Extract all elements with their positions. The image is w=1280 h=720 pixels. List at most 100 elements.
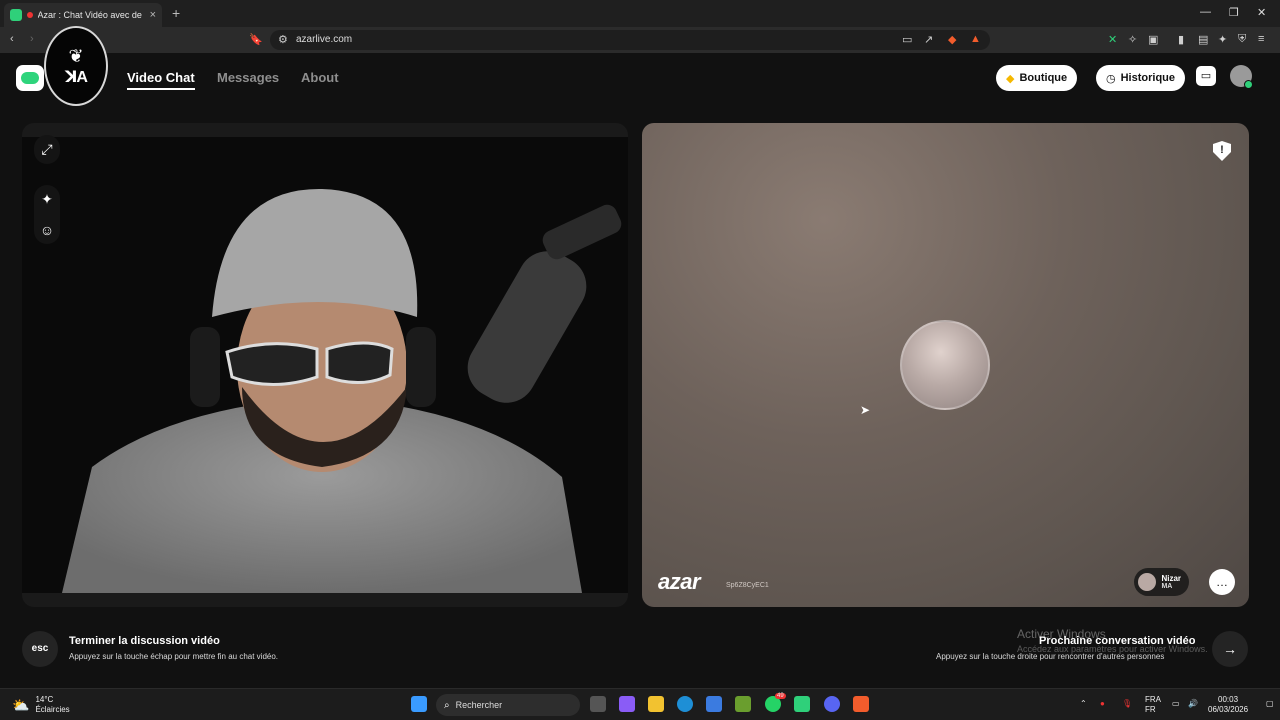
fullscreen-toolbar: ⤢: [34, 135, 60, 164]
app-header: Video Chat Messages About ◆ Boutique ◷ H…: [0, 53, 1280, 103]
search-icon: ⌕: [444, 699, 450, 711]
history-label: Historique: [1120, 72, 1176, 84]
magic-wand-icon[interactable]: ✦: [41, 191, 53, 208]
shop-button[interactable]: ◆ Boutique: [996, 65, 1078, 91]
network-icon[interactable]: ▭: [1172, 699, 1180, 708]
history-button[interactable]: ◷ Historique: [1096, 65, 1186, 91]
weather-widget[interactable]: ⛅ 14°C Éclaircies: [12, 695, 70, 715]
self-camera-image: [22, 137, 628, 593]
clock-icon: ◷: [1106, 72, 1116, 85]
discord-icon[interactable]: [824, 696, 840, 712]
azar-app-icon[interactable]: [794, 696, 810, 712]
file-explorer-icon[interactable]: [648, 696, 664, 712]
back-icon[interactable]: ‹: [10, 33, 14, 45]
online-status-icon: [1244, 80, 1253, 89]
partner-name: Nizar: [1161, 574, 1181, 583]
tray-app-icon[interactable]: ●: [1100, 699, 1105, 708]
search-placeholder: Rechercher: [455, 700, 503, 710]
brave-icon[interactable]: [853, 696, 869, 712]
taskbar-search[interactable]: ⌕ Rechercher: [436, 694, 580, 716]
nav-messages[interactable]: Messages: [217, 70, 279, 85]
channel-monogram-icon: ꓘA: [65, 68, 88, 86]
start-icon[interactable]: [411, 696, 427, 712]
weather-condition: Éclaircies: [35, 705, 70, 714]
address-toolbar: ‹ › 🔖 ⚙ azarlive.com ▭ ↗ ◆ ▲ ✕ ✧ ▣ ▮ ▤ ✦…: [0, 27, 1280, 53]
azar-logo-icon[interactable]: [16, 65, 44, 91]
clock-date: 06/03/2026: [1208, 705, 1249, 714]
brave-shields-icon[interactable]: ◆: [948, 33, 956, 46]
tab-close-icon[interactable]: ×: [150, 9, 156, 21]
recording-indicator-icon: [26, 12, 33, 18]
url-text: azarlive.com: [296, 34, 353, 45]
extension-icon[interactable]: ✕: [1108, 33, 1117, 46]
leo-ai-icon[interactable]: ✦: [1218, 33, 1227, 46]
tab-search-icon[interactable]: ▣: [1148, 33, 1158, 46]
session-id: Sp6Z8CyEC1: [726, 582, 769, 589]
site-info-icon[interactable]: ⚙: [278, 33, 288, 46]
microphone-in-use-icon[interactable]: 🎙: [1122, 699, 1132, 708]
end-chat-button[interactable]: esc: [22, 631, 58, 667]
cast-icon[interactable]: ▭: [902, 33, 912, 46]
next-chat-hint: Appuyez sur la touche droite pour rencon…: [936, 652, 1165, 661]
app-icon[interactable]: [735, 696, 751, 712]
next-chat-title: Prochaine conversation vidéo: [1039, 635, 1196, 647]
end-chat-title: Terminer la discussion vidéo: [69, 635, 220, 647]
partner-avatar: [1138, 573, 1157, 591]
eagle-emblem-icon: ❦: [68, 45, 84, 66]
window-close-icon[interactable]: ✕: [1257, 6, 1266, 19]
language-indicator[interactable]: FRA FR: [1145, 695, 1161, 715]
fullscreen-icon[interactable]: ⤢: [41, 141, 52, 158]
volume-icon[interactable]: 🔊: [1188, 699, 1198, 708]
copilot-icon[interactable]: [619, 696, 635, 712]
weather-temp: 14°C: [35, 695, 54, 704]
partner-badge[interactable]: Nizar MA: [1134, 568, 1189, 596]
vpn-icon[interactable]: ⛨: [1238, 33, 1246, 46]
inbox-icon[interactable]: ▭: [1196, 66, 1216, 86]
gem-icon: ◆: [1006, 72, 1015, 85]
brave-rewards-icon[interactable]: ▲: [970, 33, 981, 45]
store-icon[interactable]: [706, 696, 722, 712]
report-shield-icon[interactable]: !: [1213, 141, 1231, 161]
channel-logo: ❦ ꓘA: [44, 26, 108, 106]
restore-icon[interactable]: ❐: [1229, 6, 1239, 19]
extensions-icon[interactable]: ✧: [1128, 33, 1137, 46]
nav-about[interactable]: About: [301, 70, 339, 85]
sidebar-icon[interactable]: ▮: [1178, 33, 1184, 46]
notifications-icon[interactable]: ▢: [1266, 699, 1274, 708]
next-chat-button[interactable]: →: [1212, 631, 1248, 667]
clock[interactable]: 00:03 06/03/2026: [1208, 695, 1248, 715]
task-view-icon[interactable]: [590, 696, 606, 712]
partner-video-view: ! azar Sp6Z8CyEC1 Nizar MA …: [642, 123, 1249, 607]
tray-overflow-icon[interactable]: ⌃: [1080, 699, 1087, 708]
edge-icon[interactable]: [677, 696, 693, 712]
self-camera-feed: [22, 137, 628, 593]
self-video-view: ⤢ ✦ ☺: [22, 123, 628, 607]
partner-profile-photo: [900, 320, 990, 410]
bookmark-icon[interactable]: 🔖: [249, 33, 263, 46]
menu-icon[interactable]: ≡: [1258, 33, 1264, 45]
mouse-cursor-icon: ➤: [860, 403, 871, 417]
browser-tab[interactable]: Azar : Chat Vidéo avec de no ×: [4, 3, 162, 27]
effects-toolbar: ✦ ☺: [34, 185, 60, 244]
azar-favicon-icon: [10, 9, 22, 21]
windows-taskbar: ⛅ 14°C Éclaircies ⌕ Rechercher 49 ⌃ ● 🎙 …: [0, 688, 1280, 720]
end-chat-hint: Appuyez sur la touche échap pour mettre …: [69, 652, 279, 661]
shop-label: Boutique: [1019, 72, 1068, 84]
minimize-icon[interactable]: —: [1200, 6, 1211, 18]
face-filter-icon[interactable]: ☺: [40, 222, 54, 238]
clock-time: 00:03: [1218, 695, 1239, 704]
new-tab-button[interactable]: +: [172, 5, 180, 21]
wallet-icon[interactable]: ▤: [1198, 33, 1208, 46]
browser-tab-bar: Azar : Chat Vidéo avec de no × + — ❐ ✕: [0, 0, 1280, 27]
nav-video-chat[interactable]: Video Chat: [127, 70, 195, 90]
forward-icon[interactable]: ›: [30, 33, 34, 45]
azar-wordmark: azar: [658, 569, 701, 594]
share-icon[interactable]: ↗: [924, 33, 933, 46]
url-bar[interactable]: ⚙ azarlive.com ▭ ↗ ◆ ▲: [270, 30, 990, 50]
whatsapp-badge: 49: [775, 693, 786, 699]
chat-bubble-icon[interactable]: …: [1209, 569, 1235, 595]
tab-title: Azar : Chat Vidéo avec de no: [37, 10, 145, 20]
language-primary: FRA: [1145, 695, 1161, 704]
partly-cloudy-icon: ⛅: [12, 696, 30, 713]
partner-country: MA: [1161, 583, 1173, 590]
